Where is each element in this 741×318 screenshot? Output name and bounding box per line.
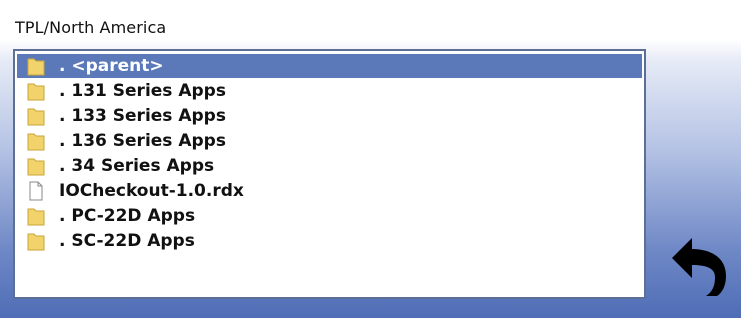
file-icon	[29, 181, 43, 201]
list-item[interactable]: . SC-22D Apps	[17, 229, 642, 253]
list-item-label: . <parent>	[59, 56, 164, 76]
folder-icon	[27, 108, 45, 126]
path-label: TPL/North America	[15, 18, 167, 37]
list-item[interactable]: IOCheckout-1.0.rdx	[17, 179, 642, 203]
list-item[interactable]: . PC-22D Apps	[17, 204, 642, 228]
list-item-label: IOCheckout-1.0.rdx	[59, 181, 244, 201]
list-item[interactable]: . 133 Series Apps	[17, 104, 642, 128]
list-item-label: . 136 Series Apps	[59, 131, 226, 151]
folder-icon	[27, 158, 45, 176]
list-item-label: . 131 Series Apps	[59, 81, 226, 101]
folder-icon	[27, 208, 45, 226]
back-arrow-icon[interactable]	[670, 232, 730, 298]
list-item[interactable]: . 34 Series Apps	[17, 154, 642, 178]
list-item-label: . 34 Series Apps	[59, 156, 215, 176]
list-item-parent[interactable]: . <parent>	[17, 54, 642, 78]
list-item[interactable]: . 136 Series Apps	[17, 129, 642, 153]
list-item-label: . 133 Series Apps	[59, 106, 226, 126]
folder-icon	[27, 133, 45, 151]
file-list[interactable]: . <parent> . 131 Series Apps . 133 Serie…	[13, 49, 646, 299]
list-item[interactable]: . 131 Series Apps	[17, 79, 642, 103]
folder-icon	[27, 58, 45, 76]
folder-icon	[27, 233, 45, 251]
folder-icon	[27, 83, 45, 101]
list-item-label: . PC-22D Apps	[59, 206, 196, 226]
list-item-label: . SC-22D Apps	[59, 231, 195, 251]
